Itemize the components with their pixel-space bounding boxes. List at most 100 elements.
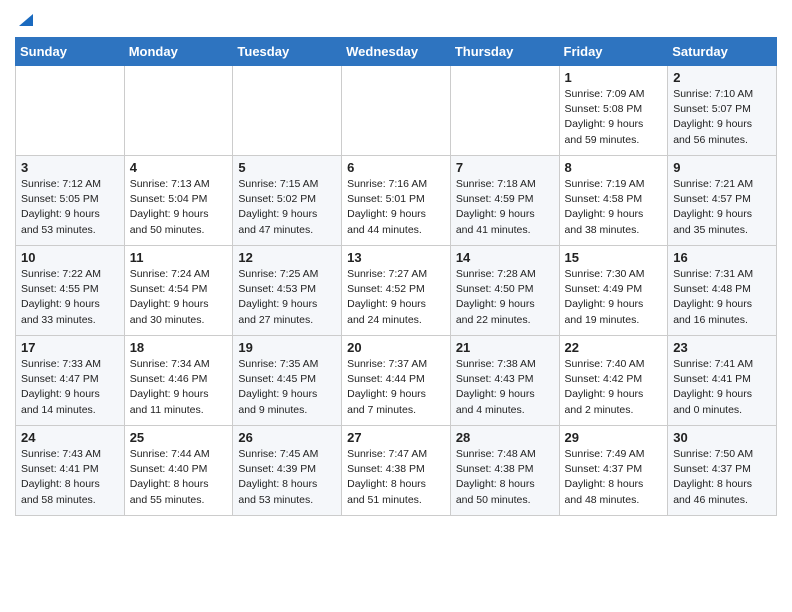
day-number: 6 (347, 160, 445, 175)
day-info: Sunrise: 7:47 AM Sunset: 4:38 PM Dayligh… (347, 447, 445, 508)
day-info: Sunrise: 7:49 AM Sunset: 4:37 PM Dayligh… (565, 447, 663, 508)
day-number: 30 (673, 430, 771, 445)
day-number: 14 (456, 250, 554, 265)
day-number: 9 (673, 160, 771, 175)
calendar-cell: 4 Sunrise: 7:13 AM Sunset: 5:04 PM Daylig… (124, 156, 233, 246)
day-number: 17 (21, 340, 119, 355)
calendar-cell: 25Sunrise: 7:44 AM Sunset: 4:40 PM Dayli… (124, 426, 233, 516)
calendar-cell: 29 Sunrise: 7:49 AM Sunset: 4:37 PM Dayli… (559, 426, 668, 516)
weekday-header-sunday: Sunday (16, 38, 125, 66)
day-number: 29 (565, 430, 663, 445)
day-number: 22 (565, 340, 663, 355)
logo (15, 10, 35, 29)
day-info: Sunrise: 7:22 AM Sunset: 4:55 PM Dayligh… (21, 267, 119, 328)
calendar-cell: 22 Sunrise: 7:40 AM Sunset: 4:42 PM Dayli… (559, 336, 668, 426)
calendar-cell: 7Sunrise: 7:18 AM Sunset: 4:59 PM Daylig… (450, 156, 559, 246)
calendar-cell (233, 66, 342, 156)
day-number: 5 (238, 160, 336, 175)
day-info: Sunrise: 7:30 AM Sunset: 4:49 PM Dayligh… (565, 267, 663, 328)
calendar-cell: 5 Sunrise: 7:15 AM Sunset: 5:02 PM Daylig… (233, 156, 342, 246)
calendar-cell: 20 Sunrise: 7:37 AM Sunset: 4:44 PM Dayli… (342, 336, 451, 426)
calendar-cell: 21 Sunrise: 7:38 AM Sunset: 4:43 PM Dayli… (450, 336, 559, 426)
day-info: Sunrise: 7:40 AM Sunset: 4:42 PM Dayligh… (565, 357, 663, 418)
calendar-cell: 8Sunrise: 7:19 AM Sunset: 4:58 PM Daylig… (559, 156, 668, 246)
day-info: Sunrise: 7:15 AM Sunset: 5:02 PM Dayligh… (238, 177, 336, 238)
calendar-cell: 11Sunrise: 7:24 AM Sunset: 4:54 PM Dayli… (124, 246, 233, 336)
day-info: Sunrise: 7:41 AM Sunset: 4:41 PM Dayligh… (673, 357, 771, 418)
calendar-cell (450, 66, 559, 156)
day-info: Sunrise: 7:21 AM Sunset: 4:57 PM Dayligh… (673, 177, 771, 238)
day-number: 24 (21, 430, 119, 445)
calendar-week-row: 1 Sunrise: 7:09 AM Sunset: 5:08 PM Daylig… (16, 66, 777, 156)
calendar-cell: 3 Sunrise: 7:12 AM Sunset: 5:05 PM Daylig… (16, 156, 125, 246)
calendar-week-row: 17 Sunrise: 7:33 AM Sunset: 4:47 PM Dayli… (16, 336, 777, 426)
calendar-cell (16, 66, 125, 156)
day-info: Sunrise: 7:37 AM Sunset: 4:44 PM Dayligh… (347, 357, 445, 418)
day-info: Sunrise: 7:33 AM Sunset: 4:47 PM Dayligh… (21, 357, 119, 418)
weekday-header-row: SundayMondayTuesdayWednesdayThursdayFrid… (16, 38, 777, 66)
calendar-cell: 9 Sunrise: 7:21 AM Sunset: 4:57 PM Daylig… (668, 156, 777, 246)
weekday-header-saturday: Saturday (668, 38, 777, 66)
day-info: Sunrise: 7:35 AM Sunset: 4:45 PM Dayligh… (238, 357, 336, 418)
day-info: Sunrise: 7:19 AM Sunset: 4:58 PM Dayligh… (565, 177, 663, 238)
calendar-cell: 1 Sunrise: 7:09 AM Sunset: 5:08 PM Daylig… (559, 66, 668, 156)
calendar-cell: 30 Sunrise: 7:50 AM Sunset: 4:37 PM Dayli… (668, 426, 777, 516)
day-info: Sunrise: 7:50 AM Sunset: 4:37 PM Dayligh… (673, 447, 771, 508)
weekday-header-thursday: Thursday (450, 38, 559, 66)
logo-triangle-icon (17, 10, 35, 28)
day-info: Sunrise: 7:43 AM Sunset: 4:41 PM Dayligh… (21, 447, 119, 508)
day-info: Sunrise: 7:27 AM Sunset: 4:52 PM Dayligh… (347, 267, 445, 328)
day-number: 15 (565, 250, 663, 265)
calendar-cell: 18Sunrise: 7:34 AM Sunset: 4:46 PM Dayli… (124, 336, 233, 426)
calendar-cell (342, 66, 451, 156)
calendar-week-row: 3 Sunrise: 7:12 AM Sunset: 5:05 PM Daylig… (16, 156, 777, 246)
weekday-header-wednesday: Wednesday (342, 38, 451, 66)
day-info: Sunrise: 7:10 AM Sunset: 5:07 PM Dayligh… (673, 87, 771, 148)
calendar-cell: 27 Sunrise: 7:47 AM Sunset: 4:38 PM Dayli… (342, 426, 451, 516)
calendar-table: SundayMondayTuesdayWednesdayThursdayFrid… (15, 37, 777, 516)
day-number: 10 (21, 250, 119, 265)
day-info: Sunrise: 7:09 AM Sunset: 5:08 PM Dayligh… (565, 87, 663, 148)
day-number: 27 (347, 430, 445, 445)
header (15, 10, 777, 29)
day-number: 23 (673, 340, 771, 355)
calendar-week-row: 24 Sunrise: 7:43 AM Sunset: 4:41 PM Dayli… (16, 426, 777, 516)
day-info: Sunrise: 7:45 AM Sunset: 4:39 PM Dayligh… (238, 447, 336, 508)
day-number: 20 (347, 340, 445, 355)
calendar-cell: 16 Sunrise: 7:31 AM Sunset: 4:48 PM Dayli… (668, 246, 777, 336)
day-info: Sunrise: 7:12 AM Sunset: 5:05 PM Dayligh… (21, 177, 119, 238)
day-info: Sunrise: 7:31 AM Sunset: 4:48 PM Dayligh… (673, 267, 771, 328)
day-number: 4 (130, 160, 228, 175)
day-number: 13 (347, 250, 445, 265)
day-number: 26 (238, 430, 336, 445)
calendar-cell: 23 Sunrise: 7:41 AM Sunset: 4:41 PM Dayli… (668, 336, 777, 426)
calendar-cell (124, 66, 233, 156)
day-info: Sunrise: 7:38 AM Sunset: 4:43 PM Dayligh… (456, 357, 554, 418)
calendar-cell: 17 Sunrise: 7:33 AM Sunset: 4:47 PM Dayli… (16, 336, 125, 426)
calendar-cell: 24 Sunrise: 7:43 AM Sunset: 4:41 PM Dayli… (16, 426, 125, 516)
calendar-cell: 26 Sunrise: 7:45 AM Sunset: 4:39 PM Dayli… (233, 426, 342, 516)
day-number: 18 (130, 340, 228, 355)
calendar-cell: 2 Sunrise: 7:10 AM Sunset: 5:07 PM Daylig… (668, 66, 777, 156)
day-number: 11 (130, 250, 228, 265)
calendar-cell: 10 Sunrise: 7:22 AM Sunset: 4:55 PM Dayli… (16, 246, 125, 336)
calendar-cell: 14Sunrise: 7:28 AM Sunset: 4:50 PM Dayli… (450, 246, 559, 336)
day-number: 12 (238, 250, 336, 265)
day-info: Sunrise: 7:16 AM Sunset: 5:01 PM Dayligh… (347, 177, 445, 238)
day-number: 1 (565, 70, 663, 85)
day-number: 19 (238, 340, 336, 355)
weekday-header-tuesday: Tuesday (233, 38, 342, 66)
calendar-week-row: 10 Sunrise: 7:22 AM Sunset: 4:55 PM Dayli… (16, 246, 777, 336)
day-number: 2 (673, 70, 771, 85)
day-number: 3 (21, 160, 119, 175)
day-number: 16 (673, 250, 771, 265)
day-info: Sunrise: 7:25 AM Sunset: 4:53 PM Dayligh… (238, 267, 336, 328)
page: SundayMondayTuesdayWednesdayThursdayFrid… (0, 0, 792, 531)
calendar-cell: 6 Sunrise: 7:16 AM Sunset: 5:01 PM Daylig… (342, 156, 451, 246)
calendar-cell: 28Sunrise: 7:48 AM Sunset: 4:38 PM Dayli… (450, 426, 559, 516)
day-number: 25 (130, 430, 228, 445)
day-number: 21 (456, 340, 554, 355)
weekday-header-monday: Monday (124, 38, 233, 66)
calendar-cell: 19 Sunrise: 7:35 AM Sunset: 4:45 PM Dayli… (233, 336, 342, 426)
day-info: Sunrise: 7:13 AM Sunset: 5:04 PM Dayligh… (130, 177, 228, 238)
